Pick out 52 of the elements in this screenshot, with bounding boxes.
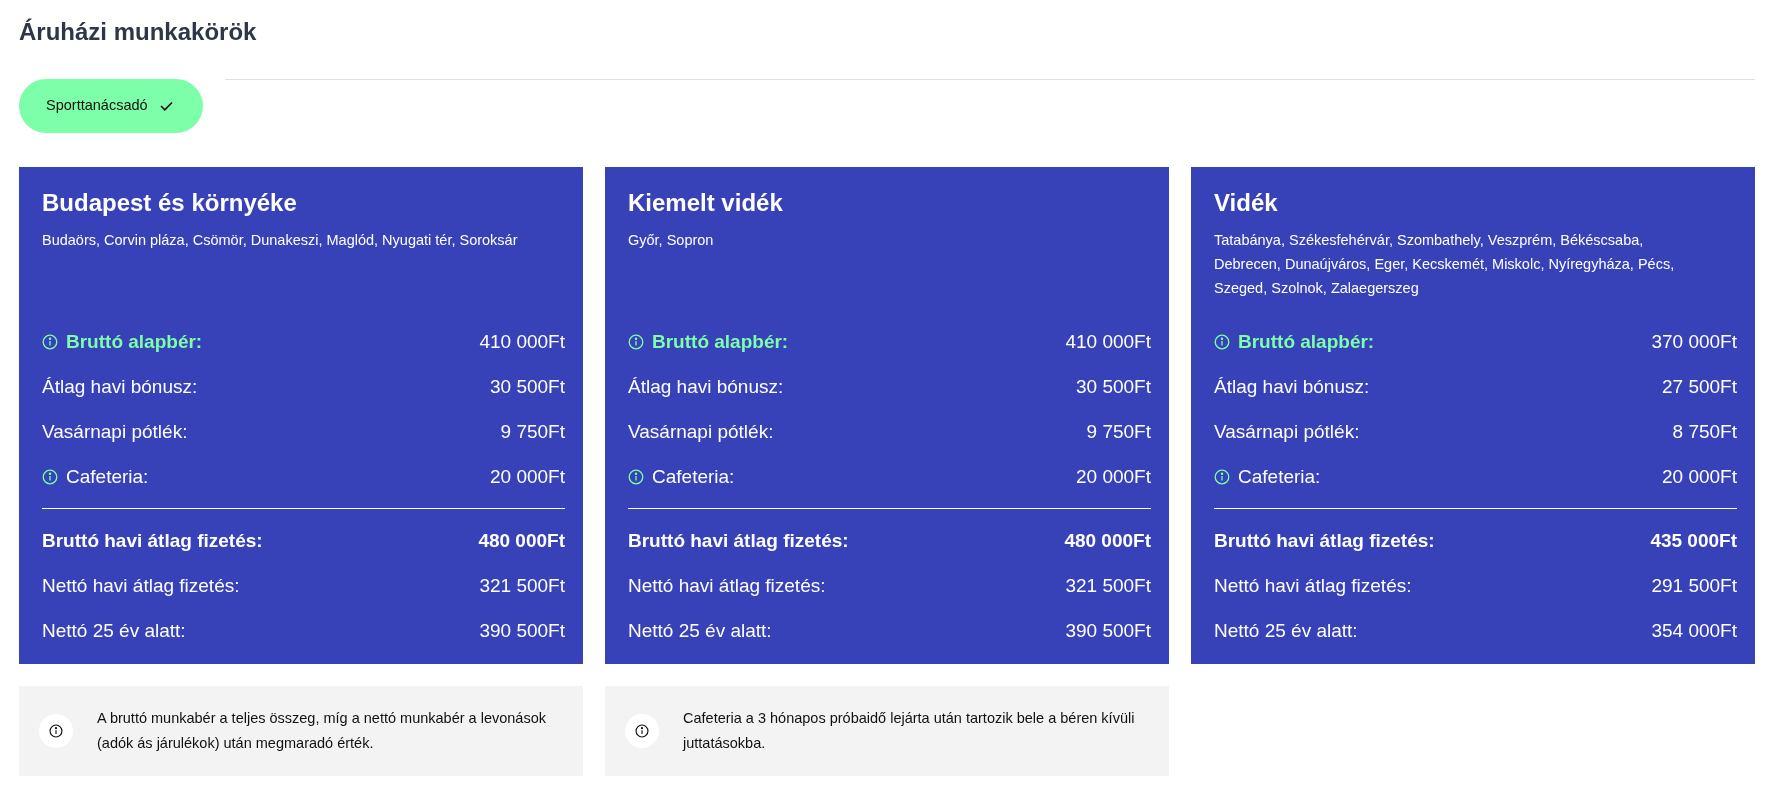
- salary-label: Nettó havi átlag fizetés:: [42, 573, 240, 598]
- salary-value: 321 500Ft: [479, 573, 565, 598]
- city-list: Győr, Sopron: [628, 227, 1151, 300]
- salary-value: 30 500Ft: [1076, 374, 1151, 399]
- salary-value: 480 000Ft: [1064, 528, 1151, 553]
- salary-label: Átlag havi bónusz:: [1214, 374, 1370, 399]
- salary-label: Nettó havi átlag fizetés:: [1214, 573, 1412, 598]
- salary-label: Cafeteria:: [652, 464, 735, 489]
- salary-value: 27 500Ft: [1662, 374, 1737, 399]
- salary-value: 20 000Ft: [1662, 464, 1737, 489]
- salary-value: 410 000Ft: [479, 329, 565, 354]
- salary-label: Átlag havi bónusz:: [42, 374, 198, 399]
- salary-label: Átlag havi bónusz:: [628, 374, 784, 399]
- city-list: Tatabánya, Székesfehérvár, Szombathely, Veszprém, Békéscsaba, Debrecen, Dunaújváros, Eger, Kecskemét, Miskolc, Nyíregyháza, Pécs, Szeged, Szolnok, Zalaegerszeg: [1214, 227, 1737, 300]
- salary-value: 30 500Ft: [490, 374, 565, 399]
- salary-value: 480 000Ft: [478, 528, 565, 553]
- salary-value: 9 750Ft: [500, 419, 565, 444]
- salary-label: Bruttó alapbér:: [66, 329, 203, 354]
- salary-label: Cafeteria:: [1238, 464, 1321, 489]
- salary-label: Bruttó havi átlag fizetés:: [1214, 528, 1435, 553]
- salary-label: Vasárnapi pótlék:: [628, 419, 774, 444]
- salary-label: Vasárnapi pótlék:: [42, 419, 188, 444]
- salary-label: Bruttó alapbér:: [1238, 329, 1375, 354]
- salary-value: 291 500Ft: [1651, 573, 1737, 598]
- salary-value: 354 000Ft: [1651, 618, 1737, 643]
- region-title: Kiemelt vidék: [628, 188, 784, 218]
- salary-label: Nettó 25 év alatt:: [42, 618, 186, 643]
- salary-value: 9 750Ft: [1086, 419, 1151, 444]
- salary-value: 390 500Ft: [479, 618, 565, 643]
- salary-value: 370 000Ft: [1651, 329, 1737, 354]
- note-text: A bruttó munkabér a teljes összeg, míg a nettó munkabér a levonások (adók ás járulékok) után megmaradó érték.: [97, 708, 547, 753]
- note-text: Cafeteria a 3 hónapos próbaidő lejárta után tartozik bele a béren kívüli juttatásokba.: [683, 708, 1136, 753]
- salary-label: Nettó 25 év alatt:: [1214, 618, 1358, 643]
- region-title: Budapest és környéke: [42, 188, 298, 218]
- city-list: Budaörs, Corvin pláza, Csömör, Dunakeszi, Maglód, Nyugati tér, Soroksár: [42, 227, 565, 300]
- region-title: Vidék: [1214, 188, 1279, 218]
- role-chip[interactable]: Sporttanácsadó: [19, 78, 203, 133]
- salary-label: Nettó 25 év alatt:: [628, 618, 772, 643]
- salary-label: Nettó havi átlag fizetés:: [628, 573, 826, 598]
- salary-label: Bruttó havi átlag fizetés:: [628, 528, 849, 553]
- salary-value: 8 750Ft: [1672, 419, 1737, 444]
- salary-value: 20 000Ft: [490, 464, 565, 489]
- page-title: Áruházi munkakörök: [19, 18, 258, 47]
- salary-value: 435 000Ft: [1650, 528, 1737, 553]
- salary-label: Vasárnapi pótlék:: [1214, 419, 1360, 444]
- salary-value: 321 500Ft: [1065, 573, 1151, 598]
- salary-value: 20 000Ft: [1076, 464, 1151, 489]
- salary-label: Cafeteria:: [66, 464, 149, 489]
- salary-label: Bruttó havi átlag fizetés:: [42, 528, 263, 553]
- salary-value: 410 000Ft: [1065, 329, 1151, 354]
- salary-value: 390 500Ft: [1065, 618, 1151, 643]
- salary-label: Bruttó alapbér:: [652, 329, 789, 354]
